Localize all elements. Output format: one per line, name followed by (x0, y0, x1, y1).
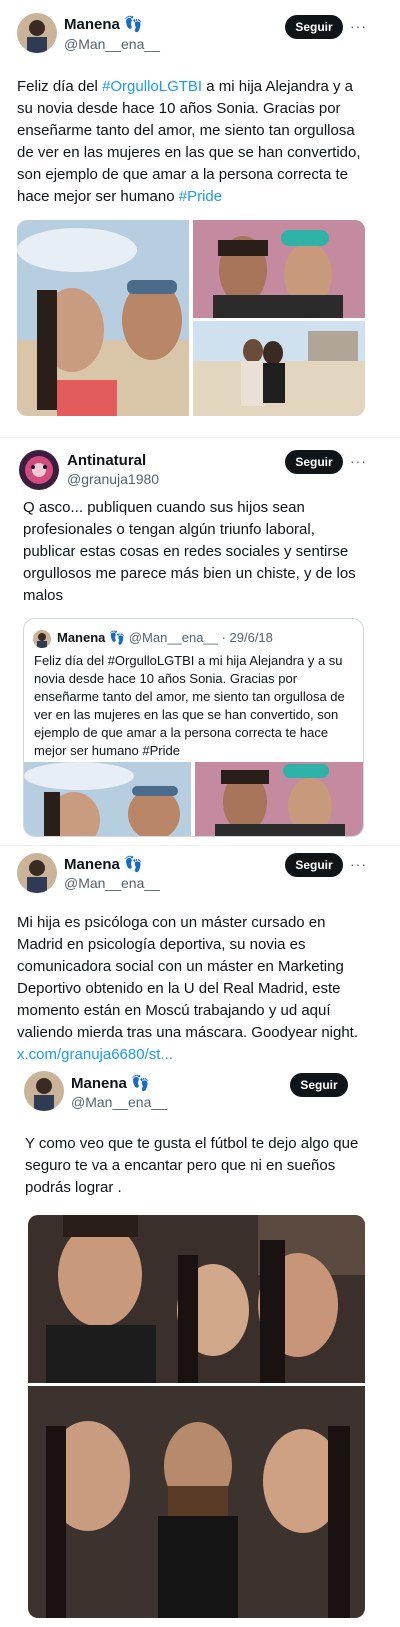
tweet-1: Manena 👣 @Man__ena__ Seguir ··· Feliz dí… (0, 0, 400, 430)
tweet-photo[interactable] (28, 1215, 365, 1383)
tweet-text: Mi hija es psicóloga con un máster cursa… (17, 914, 359, 1063)
footprints-emoji: 👣 (131, 1075, 150, 1092)
tweet-text: Q asco... publiquen cuando sus hijos sea… (23, 499, 356, 604)
tweet-photo[interactable] (28, 1386, 365, 1618)
author-handle[interactable]: @Man__ena__ (64, 875, 160, 891)
author-handle[interactable]: @granuja1980 (67, 471, 159, 487)
avatar[interactable] (24, 1071, 64, 1111)
quoted-author-name: Manena (57, 630, 106, 645)
avatar (33, 630, 51, 648)
tweet-2: Antinatural @granuja1980 Seguir ··· Q as… (0, 440, 400, 845)
quoted-date: · 29/6/18 (221, 630, 273, 645)
author-handle[interactable]: @Man__ena__ (64, 36, 160, 52)
avatar[interactable] (17, 13, 57, 53)
tweet-4: Manena 👣 @Man__ena__ Seguir Y como veo q… (0, 1063, 400, 1627)
author-name[interactable]: Manena 👣 (64, 855, 143, 873)
tweet-text: Feliz día del #OrgulloLGTBI a mi hija Al… (17, 78, 361, 205)
author-name[interactable]: Manena 👣 (71, 1074, 150, 1092)
tweet-3: Manena 👣 @Man__ena__ Seguir ··· Mi hija … (0, 848, 400, 1063)
quoted-photo (195, 762, 363, 836)
quoted-text: Feliz día del #OrgulloLGTBI a mi hija Al… (34, 653, 345, 758)
follow-button[interactable]: Seguir (285, 853, 343, 877)
tweet-text: Y como veo que te gusta el fútbol te dej… (25, 1135, 359, 1196)
tweet-photo[interactable] (17, 220, 189, 416)
avatar[interactable] (19, 450, 59, 490)
follow-button[interactable]: Seguir (290, 1073, 348, 1097)
footprints-emoji: 👣 (109, 630, 126, 645)
tweet-link[interactable]: x.com/granuja6680/st... (17, 1046, 173, 1063)
follow-button[interactable]: Seguir (285, 450, 343, 474)
author-name[interactable]: Manena 👣 (64, 15, 143, 33)
divider (0, 437, 400, 438)
tweet-photo[interactable] (193, 220, 365, 318)
author-handle[interactable]: @Man__ena__ (71, 1094, 167, 1110)
quoted-tweet[interactable]: Manena 👣 @Man__ena__ · 29/6/18 Feliz día… (23, 618, 364, 837)
hashtag-link[interactable]: #OrgulloLGTBI (102, 78, 202, 95)
author-name[interactable]: Antinatural (67, 452, 146, 469)
quoted-author-handle: @Man__ena__ (128, 630, 218, 645)
quoted-photo (24, 762, 191, 836)
quoted-header: Manena 👣 @Man__ena__ · 29/6/18 (57, 630, 273, 646)
follow-button[interactable]: Seguir (285, 15, 343, 39)
hashtag-link[interactable]: #Pride (179, 188, 222, 205)
avatar[interactable] (17, 853, 57, 893)
more-options-icon[interactable]: ··· (350, 18, 367, 34)
more-options-icon[interactable]: ··· (350, 856, 367, 872)
footprints-emoji: 👣 (124, 16, 143, 33)
tweet-photo[interactable] (193, 321, 365, 416)
divider (0, 845, 400, 846)
footprints-emoji: 👣 (124, 856, 143, 873)
more-options-icon[interactable]: ··· (350, 453, 367, 469)
